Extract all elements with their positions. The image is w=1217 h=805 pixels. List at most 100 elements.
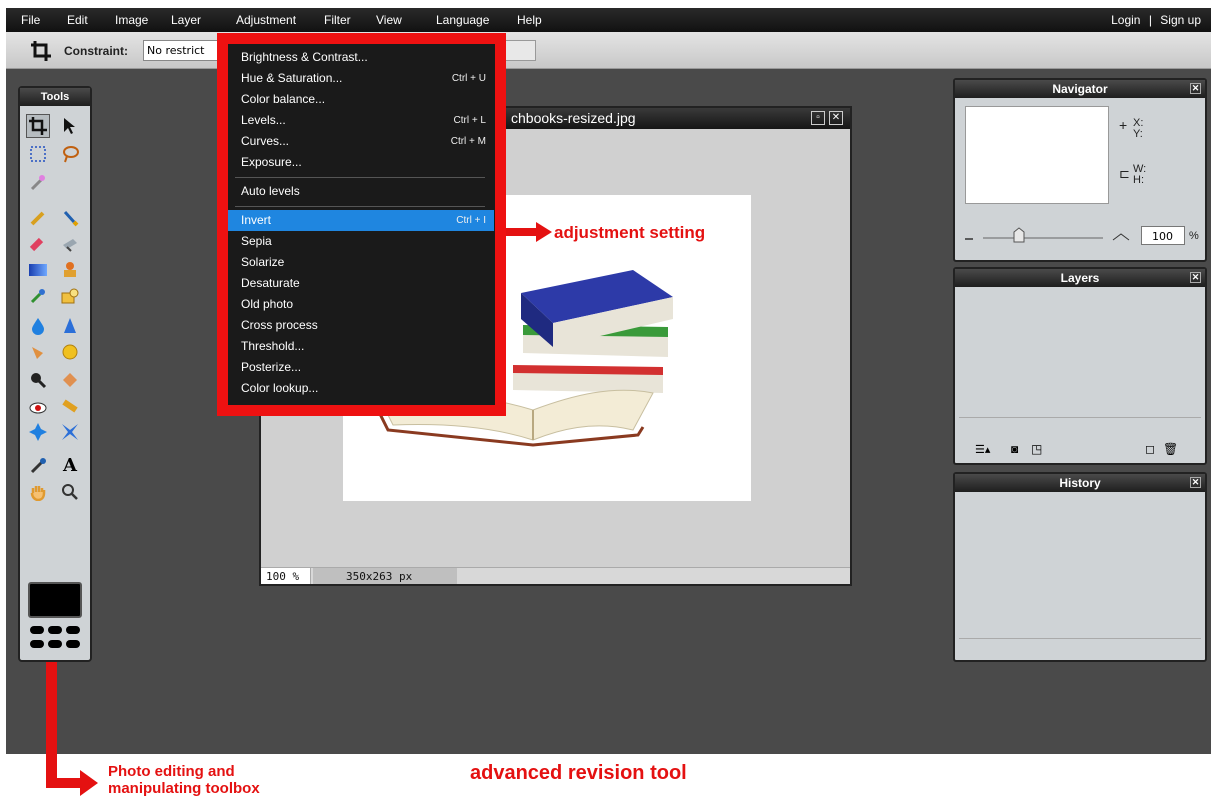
swatch-dot[interactable]	[30, 626, 44, 634]
menu-item-exposure[interactable]: Exposure...	[228, 152, 494, 173]
pencil-tool-icon[interactable]	[26, 206, 50, 230]
color-replace-tool-icon[interactable]	[26, 284, 50, 308]
menu-item-old-photo[interactable]: Old photo	[228, 294, 494, 315]
delete-layer-icon[interactable]: 🗑	[1163, 442, 1178, 456]
menu-item-desaturate[interactable]: Desaturate	[228, 273, 494, 294]
drawing-tool-icon[interactable]	[58, 284, 82, 308]
menu-layer[interactable]: Layer	[171, 13, 201, 27]
document-title: chbooks-resized.jpg	[511, 110, 636, 126]
navigator-title: Navigator ✕	[955, 80, 1205, 98]
hand-tool-icon[interactable]	[26, 480, 50, 504]
menu-language[interactable]: Language	[436, 13, 489, 27]
menu-item-color-balance[interactable]: Color balance...	[228, 89, 494, 110]
menu-item-solarize[interactable]: Solarize	[228, 252, 494, 273]
menu-image[interactable]: Image	[115, 13, 148, 27]
zoom-tool-icon[interactable]	[58, 480, 82, 504]
sponge-tool-icon[interactable]	[58, 340, 82, 364]
divider	[959, 638, 1201, 639]
menu-file[interactable]: File	[21, 13, 40, 27]
navigator-preview[interactable]	[965, 106, 1109, 204]
size-icon: ⊏	[1119, 166, 1130, 181]
menu-help[interactable]: Help	[517, 13, 542, 27]
menu-item-shortcut: Ctrl + I	[456, 215, 486, 226]
move-tool-icon[interactable]	[58, 114, 82, 138]
layer-style-icon[interactable]: ◳	[1031, 442, 1042, 456]
close-icon[interactable]: ✕	[1190, 272, 1201, 283]
menu-item-curves[interactable]: Curves... Ctrl + M	[228, 131, 494, 152]
menu-item-label: Curves...	[241, 134, 290, 148]
zoom-input[interactable]: 100	[1141, 226, 1185, 245]
history-title: History ✕	[955, 474, 1205, 492]
login-link[interactable]: Login	[1111, 13, 1140, 27]
clone-stamp-tool-icon[interactable]	[58, 258, 82, 282]
document-status-bar: 100 % 350x263 px	[261, 567, 850, 584]
menu-item-sepia[interactable]: Sepia	[228, 231, 494, 252]
menu-separator	[235, 177, 485, 178]
lasso-tool-icon[interactable]	[58, 142, 82, 166]
swatch-dot[interactable]	[48, 640, 62, 648]
menu-bar: File Edit Image Layer Adjustment Filter …	[6, 8, 1211, 32]
crop-tool-icon[interactable]	[26, 114, 50, 138]
dodge-tool-icon[interactable]	[58, 368, 82, 392]
maximize-icon[interactable]: ▫	[811, 111, 825, 125]
menu-item-invert[interactable]: Invert Ctrl + I	[228, 210, 494, 231]
burn-tool-icon[interactable]	[26, 368, 50, 392]
swatch-dot[interactable]	[66, 626, 80, 634]
options-bar: Constraint: No restrict	[6, 32, 1211, 69]
menu-item-levels[interactable]: Levels... Ctrl + L	[228, 110, 494, 131]
foreground-color-swatch[interactable]	[28, 582, 82, 618]
menu-separator	[235, 206, 485, 207]
color-picker-tool-icon[interactable]	[26, 454, 50, 478]
bloat-tool-icon[interactable]	[26, 420, 50, 444]
document-zoom[interactable]: 100 %	[261, 568, 311, 584]
swatch-dot[interactable]	[30, 640, 44, 648]
close-icon[interactable]: ✕	[829, 111, 843, 125]
menu-edit[interactable]: Edit	[67, 13, 88, 27]
menu-item-label: Cross process	[241, 318, 318, 332]
pinch-tool-icon[interactable]	[58, 420, 82, 444]
brush-tool-icon[interactable]	[58, 206, 82, 230]
layer-mask-icon[interactable]: ◙	[1011, 442, 1018, 456]
spot-heal-tool-icon[interactable]	[58, 394, 82, 418]
menu-adjustment[interactable]: Adjustment	[236, 13, 296, 27]
zoom-slider[interactable]	[963, 226, 1133, 246]
navigator-title-text: Navigator	[1052, 82, 1108, 96]
crop-icon[interactable]	[30, 40, 52, 62]
crosshair-icon: +	[1119, 117, 1128, 133]
new-layer-icon[interactable]: ◻	[1145, 442, 1155, 456]
swatch-dot[interactable]	[48, 626, 62, 634]
marquee-tool-icon[interactable]	[26, 142, 50, 166]
red-eye-tool-icon[interactable]	[26, 394, 50, 418]
replace-color-tool-icon[interactable]	[58, 232, 82, 256]
menu-item-threshold[interactable]: Threshold...	[228, 336, 494, 357]
zoom-unit: %	[1189, 230, 1199, 242]
menu-item-cross-process[interactable]: Cross process	[228, 315, 494, 336]
blur-tool-icon[interactable]	[26, 314, 50, 338]
magic-wand-tool-icon[interactable]	[26, 170, 50, 194]
smudge-tool-icon[interactable]	[26, 340, 50, 364]
menu-view[interactable]: View	[376, 13, 402, 27]
menu-item-shortcut: Ctrl + U	[451, 73, 486, 84]
constraint-label: Constraint:	[64, 44, 128, 58]
auth-separator: |	[1148, 13, 1152, 27]
menu-filter[interactable]: Filter	[324, 13, 351, 27]
menu-item-color-lookup[interactable]: Color lookup...	[228, 378, 494, 399]
close-icon[interactable]: ✕	[1190, 477, 1201, 488]
adjustment-menu: Brightness & Contrast... Hue & Saturatio…	[217, 33, 506, 416]
gradient-tool-icon[interactable]	[26, 258, 50, 282]
menu-item-label: Brightness & Contrast...	[241, 50, 368, 64]
signup-link[interactable]: Sign up	[1160, 13, 1201, 27]
menu-item-posterize[interactable]: Posterize...	[228, 357, 494, 378]
eraser-tool-icon[interactable]	[26, 232, 50, 256]
type-tool-icon[interactable]: A	[58, 454, 82, 478]
history-title-text: History	[1059, 476, 1101, 490]
close-icon[interactable]: ✕	[1190, 83, 1201, 94]
menu-item-brightness[interactable]: Brightness & Contrast...	[228, 47, 494, 68]
sharpen-tool-icon[interactable]	[58, 314, 82, 338]
annotation-arrow-line	[46, 662, 57, 754]
zoom-slider-thumb[interactable]	[1013, 227, 1025, 243]
layer-menu-icon[interactable]: ☰▴	[975, 443, 990, 456]
menu-item-hue-saturation[interactable]: Hue & Saturation... Ctrl + U	[228, 68, 494, 89]
swatch-dot[interactable]	[66, 640, 80, 648]
menu-item-auto-levels[interactable]: Auto levels	[228, 181, 494, 202]
